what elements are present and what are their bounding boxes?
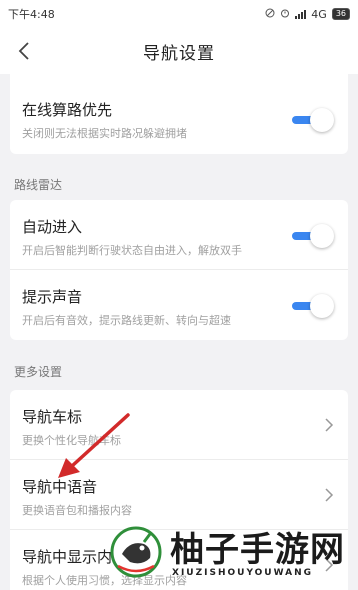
toggle-knob — [310, 224, 334, 248]
setting-title: 在线算路优先 — [22, 101, 113, 119]
section-label-route-radar: 路线雷达 — [14, 178, 63, 192]
battery-icon: 36 — [331, 8, 350, 20]
page-title: 导航设置 — [143, 43, 215, 64]
chevron-right-icon — [325, 558, 334, 572]
setting-title: 自动进入 — [22, 218, 83, 236]
setting-row-voice[interactable]: 导航中语音 更换语音包和播报内容 — [10, 460, 348, 530]
setting-row-online-routing[interactable]: 在线算路优先 关闭则无法根据实时路况躲避拥堵 — [10, 74, 348, 154]
settings-card-route-radar: 自动进入 开启后智能判断行驶状态自由进入，解放双手 提示声音 开启后有音效，提示… — [10, 200, 348, 340]
section-label-more-settings: 更多设置 — [14, 365, 63, 379]
setting-row-car-icon[interactable]: 导航车标 更换个性化导航车标 — [10, 390, 348, 460]
toggle-knob — [310, 294, 334, 318]
battery-level: 36 — [335, 9, 346, 18]
chevron-right-icon — [325, 488, 334, 502]
setting-title: 提示声音 — [22, 288, 83, 306]
status-bar: 下午4:48 4G 36 — [0, 0, 358, 28]
setting-title: 导航车标 — [22, 408, 83, 426]
header-bar: 导航设置 — [0, 28, 358, 74]
toggle-auto-enter[interactable] — [292, 224, 334, 248]
setting-row-auto-enter[interactable]: 自动进入 开启后智能判断行驶状态自由进入，解放双手 — [10, 200, 348, 270]
settings-card-more: 导航车标 更换个性化导航车标 导航中语音 更换语音包和播报内容 导航中显示内 根… — [10, 390, 348, 590]
network-type: 4G — [311, 7, 327, 21]
setting-subtitle: 更换个性化导航车标 — [22, 434, 121, 447]
settings-list[interactable]: 在线算路优先 关闭则无法根据实时路况躲避拥堵 路线雷达 自动进入 开启后智能判断… — [0, 74, 358, 590]
setting-row-prompt-sound[interactable]: 提示声音 开启后有音效，提示路线更新、转向与超速 — [10, 270, 348, 340]
toggle-knob — [310, 108, 334, 132]
toggle-online-routing[interactable] — [292, 108, 334, 132]
status-time: 下午4:48 — [8, 8, 55, 21]
setting-subtitle: 根据个人使用习惯，选择显示内容 — [22, 574, 187, 587]
alarm-icon — [280, 8, 290, 21]
chevron-left-icon — [18, 42, 29, 60]
back-button[interactable] — [10, 36, 38, 66]
setting-row-display-content[interactable]: 导航中显示内 根据个人使用习惯，选择显示内容 — [10, 530, 348, 590]
status-icons: 4G 36 — [265, 8, 350, 21]
setting-subtitle: 关闭则无法根据实时路况躲避拥堵 — [22, 127, 187, 140]
setting-title: 导航中显示内 — [22, 548, 113, 566]
signal-icon — [295, 9, 307, 19]
setting-subtitle: 开启后有音效，提示路线更新、转向与超速 — [22, 314, 231, 327]
setting-title: 导航中语音 — [22, 478, 98, 496]
chevron-right-icon — [325, 418, 334, 432]
settings-card-routing: 在线算路优先 关闭则无法根据实时路况躲避拥堵 — [10, 74, 348, 154]
setting-subtitle: 更换语音包和播报内容 — [22, 504, 132, 517]
mute-icon — [265, 8, 275, 21]
toggle-prompt-sound[interactable] — [292, 294, 334, 318]
setting-subtitle: 开启后智能判断行驶状态自由进入，解放双手 — [22, 244, 242, 257]
